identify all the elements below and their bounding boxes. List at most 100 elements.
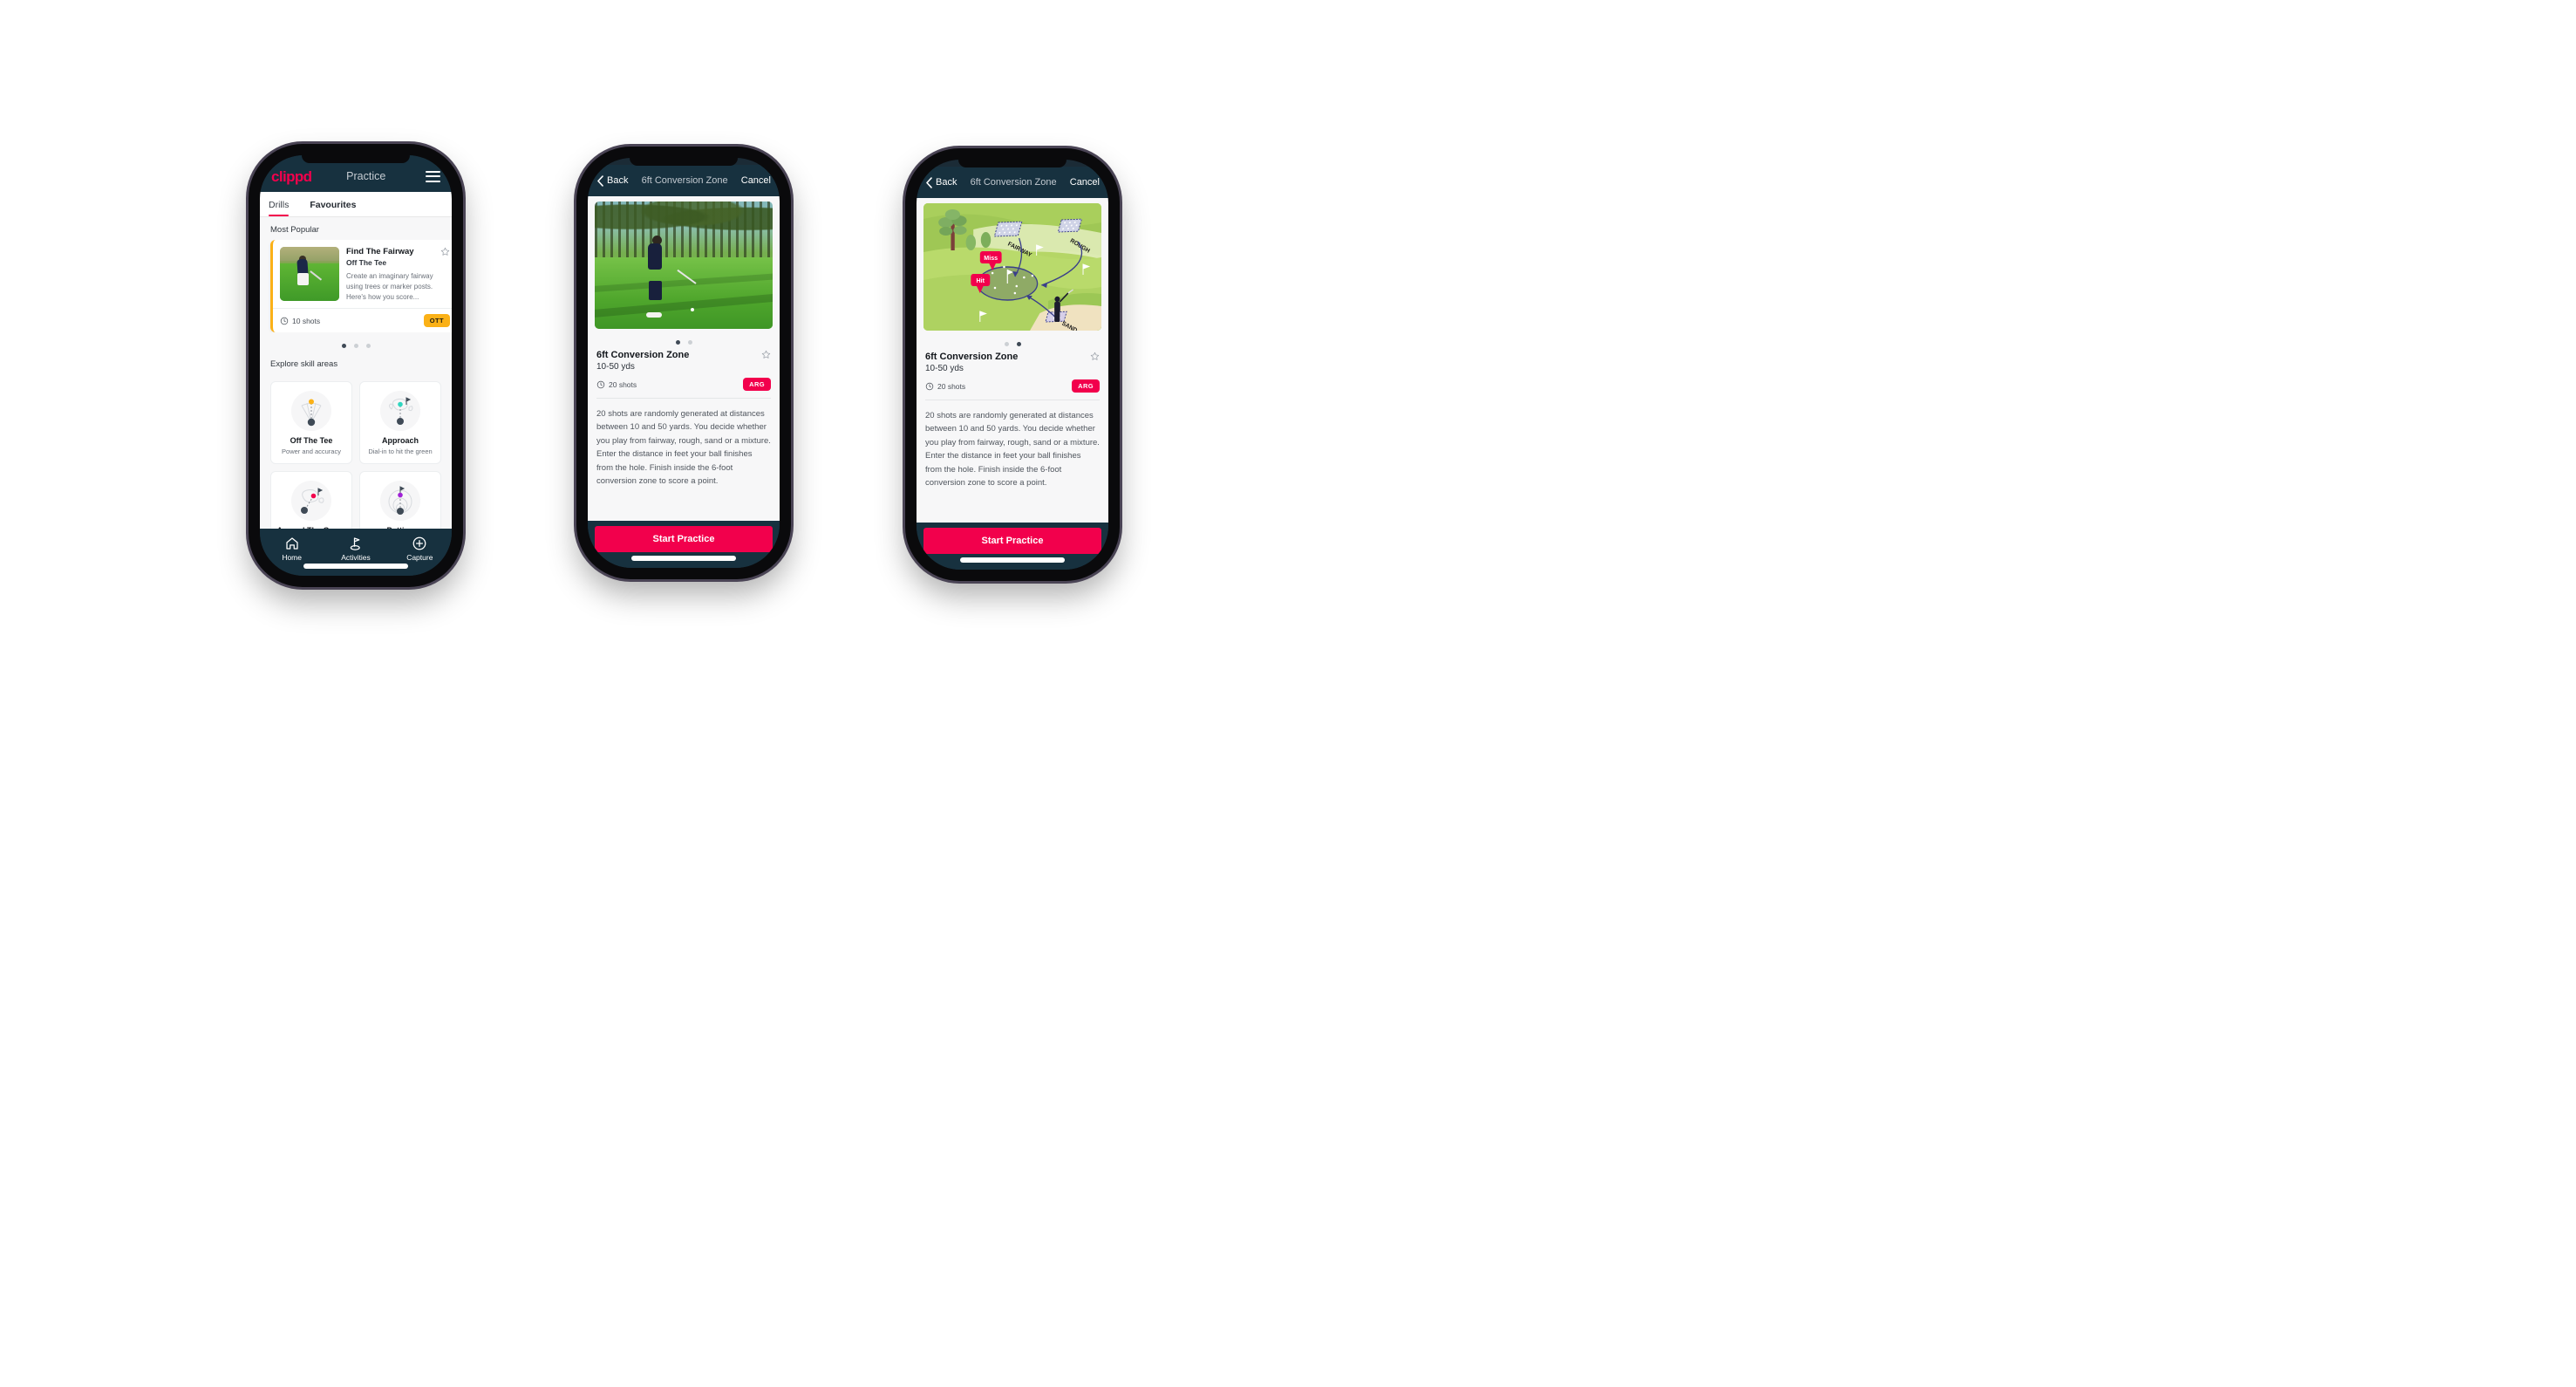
drill-illustration[interactable]: FAIRWAY ROUGH SAND Miss Hit (923, 203, 1101, 331)
cancel-button[interactable]: Cancel (741, 175, 771, 186)
svg-text:Miss: Miss (984, 254, 998, 262)
tab-favourites[interactable]: Favourites (298, 192, 365, 216)
media-dots (588, 329, 780, 348)
drill-yardage: 10-50 yds (596, 362, 635, 372)
most-popular-label: Most Popular (270, 225, 319, 235)
media-dot-2[interactable] (1016, 342, 1021, 346)
tab-drills[interactable]: Drills (269, 192, 298, 216)
shots-count: 10 shots (280, 317, 320, 325)
phone2-notch (630, 158, 738, 166)
skill-card-approach[interactable]: Approach Dial-in to hit the green (359, 381, 441, 464)
hamburger-menu-icon[interactable] (426, 170, 440, 182)
detail-app-bar: Back 6ft Conversion Zone Cancel (917, 167, 1108, 198)
skill-desc: Dial-in to hit the green (368, 447, 433, 455)
drill-description: 20 shots are randomly generated at dista… (596, 409, 771, 486)
skill-card-around-the-green[interactable]: Around The Green Hone your short game (270, 470, 352, 529)
drill-name: 6ft Conversion Zone (596, 350, 690, 360)
carousel-dot-1[interactable] (341, 344, 346, 349)
back-button[interactable]: Back (925, 176, 957, 188)
back-button[interactable]: Back (596, 174, 629, 187)
drill-name: 6ft Conversion Zone (925, 352, 1019, 362)
plus-circle-icon (412, 536, 426, 550)
shots-label: 20 shots (609, 379, 637, 389)
media-dot-2[interactable] (687, 340, 692, 345)
tab-bar: Drills Favourites (260, 192, 452, 217)
drill-carousel[interactable]: Find The Fairway Off The Tee Create an i… (260, 240, 452, 333)
detail-title: 6ft Conversion Zone (641, 175, 728, 186)
phone-mockup-drill-detail-illustration: Back 6ft Conversion Zone Cancel FAIRWAY … (905, 148, 1120, 581)
cancel-button[interactable]: Cancel (1070, 177, 1100, 188)
page-title: Practice (346, 170, 386, 182)
star-outline-icon[interactable] (1090, 352, 1100, 361)
skill-name: Putting (365, 526, 435, 529)
putting-rings-icon (380, 480, 420, 521)
home-icon (286, 537, 298, 550)
skill-desc: Power and accuracy (282, 447, 341, 455)
drill-card-footer: 10 shots OTT (273, 308, 452, 332)
svg-text:Hit: Hit (977, 277, 985, 284)
drill-yardage: 10-50 yds (925, 364, 964, 373)
phone-mockup-practice-list: clippd Practice Drills Favourites Most P… (249, 144, 463, 587)
nav-label: Capture (406, 553, 433, 562)
drill-description: Create an imaginary fairway using trees … (346, 272, 433, 301)
nav-item-capture[interactable]: Capture (392, 536, 447, 562)
skill-area-grid: Off The Tee Power and accuracy Approach … (260, 374, 452, 529)
golf-flag-icon (350, 537, 360, 550)
around-green-icon (291, 480, 331, 521)
clock-icon (280, 317, 289, 325)
carousel-dot-3[interactable] (365, 344, 371, 349)
shots-label: 20 shots (937, 381, 966, 391)
drill-subtitle: Off The Tee (346, 258, 387, 268)
back-label: Back (607, 175, 629, 186)
start-practice-button[interactable]: Start Practice (923, 528, 1101, 554)
detail-content: FAIRWAY ROUGH SAND Miss Hit 6ft Conversi… (917, 198, 1108, 523)
screenshot-canvas: clippd Practice Drills Favourites Most P… (0, 0, 2576, 1387)
media-carousel[interactable] (588, 196, 780, 329)
skill-card-putting[interactable]: Putting Make and lag practice (359, 470, 441, 529)
approach-green-icon (380, 391, 420, 432)
skill-name: Off The Tee (290, 436, 333, 446)
phone2-screen: Back 6ft Conversion Zone Cancel 6ft Conv… (588, 158, 780, 568)
nav-item-home[interactable]: Home (264, 536, 320, 562)
clock-icon (596, 380, 605, 388)
nav-item-activities[interactable]: Activities (328, 536, 384, 562)
drill-header: 6ft Conversion Zone 10-50 yds 20 shots A… (588, 348, 780, 391)
drill-title: Find The Fairway (346, 247, 414, 256)
start-practice-button[interactable]: Start Practice (595, 526, 773, 552)
media-dot-1[interactable] (675, 340, 680, 345)
explore-skill-areas-label: Explore skill areas (270, 359, 338, 370)
media-dots (917, 331, 1108, 350)
drill-video-thumbnail[interactable] (595, 202, 773, 329)
drill-description: 20 shots are randomly generated at dista… (925, 411, 1100, 488)
clock-icon (925, 382, 934, 390)
home-indicator (960, 557, 1065, 563)
tee-fan-icon (291, 391, 331, 432)
nav-label: Activities (341, 553, 371, 562)
media-dot-1[interactable] (1004, 342, 1009, 346)
drill-card[interactable]: Find The Fairway Off The Tee Create an i… (270, 240, 452, 333)
shots-count: 20 shots (596, 380, 637, 389)
drill-thumbnail (280, 247, 339, 301)
home-indicator (303, 564, 408, 569)
phone3-notch (958, 160, 1067, 167)
drill-info: Find The Fairway Off The Tee Create an i… (346, 247, 450, 302)
star-outline-icon[interactable] (440, 247, 450, 256)
star-outline-icon[interactable] (761, 350, 771, 359)
back-label: Back (936, 177, 957, 188)
shots-label: 10 shots (292, 316, 321, 325)
phone-mockup-drill-detail-photo: Back 6ft Conversion Zone Cancel 6ft Conv… (576, 147, 791, 579)
chevron-left-icon (597, 174, 603, 187)
carousel-dots (260, 332, 452, 352)
skill-card-off-the-tee[interactable]: Off The Tee Power and accuracy (270, 381, 352, 464)
skill-name: Approach (381, 436, 419, 446)
skill-badge-arg: ARG (1072, 379, 1100, 393)
carousel-dot-2[interactable] (353, 344, 358, 349)
phone1-screen: clippd Practice Drills Favourites Most P… (260, 155, 452, 576)
detail-app-bar: Back 6ft Conversion Zone Cancel (588, 165, 780, 196)
skill-name: Around The Green (276, 526, 346, 529)
media-carousel[interactable]: FAIRWAY ROUGH SAND Miss Hit (917, 198, 1108, 331)
phone3-screen: Back 6ft Conversion Zone Cancel FAIRWAY … (917, 160, 1108, 570)
skill-badge-ott: OTT (423, 314, 450, 328)
chevron-left-icon (926, 176, 932, 188)
drill-header: 6ft Conversion Zone 10-50 yds 20 shots A… (917, 350, 1108, 393)
